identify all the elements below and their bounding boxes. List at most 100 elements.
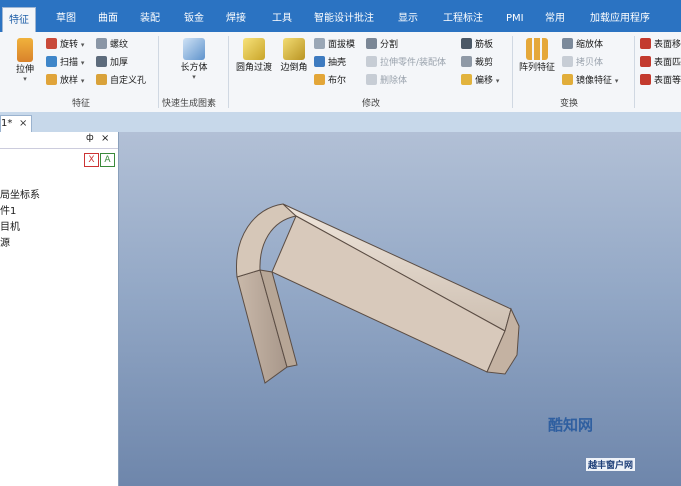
draft-icon [314, 38, 325, 49]
document-tab-title: 1* [1, 118, 13, 129]
tab-smart-annotation[interactable]: 智能设计批注 [314, 9, 374, 29]
chevron-down-icon: ▾ [23, 75, 27, 83]
sweep-icon [46, 56, 57, 67]
custom-hole-button[interactable]: 自定义孔 [96, 74, 146, 87]
face-equal-icon [640, 74, 651, 85]
tab-display[interactable]: 显示 [398, 9, 418, 29]
tab-engineering-annotation[interactable]: 工程标注 [443, 9, 483, 29]
thread-icon [96, 38, 107, 49]
group-divider [158, 36, 159, 108]
fillet-icon [243, 38, 265, 60]
trim-button[interactable]: 裁剪 [461, 56, 493, 69]
group-divider [634, 36, 635, 108]
thicken-label: 加厚 [110, 58, 129, 68]
offset-button[interactable]: 偏移 ▾ [461, 74, 499, 87]
chevron-down-icon: ▾ [80, 59, 85, 67]
sweep-button[interactable]: 扫描 ▾ [46, 56, 84, 69]
copy-label: 拷贝体 [576, 58, 604, 68]
delete-body-icon [366, 74, 377, 85]
thread-label: 螺纹 [110, 40, 129, 50]
scale-label: 缩放体 [576, 40, 604, 50]
cube-icon [183, 38, 205, 60]
tab-surface[interactable]: 曲面 [98, 9, 118, 29]
group-divider [512, 36, 513, 108]
shell-button[interactable]: 抽壳 [314, 56, 346, 69]
pin-icon[interactable]: ф [86, 133, 94, 143]
group-label-modify: 修改 [362, 99, 381, 109]
chevron-down-icon: ▾ [192, 73, 196, 81]
tree-item[interactable]: 局坐标系 [0, 186, 40, 201]
thread-button[interactable]: 螺纹 [96, 38, 128, 51]
tab-tools[interactable]: 工具 [272, 9, 292, 29]
group-label-quick: 快速生成图素 [162, 99, 217, 109]
3d-viewport[interactable] [119, 132, 681, 486]
hex-key-model[interactable] [119, 132, 681, 486]
face-move-icon [640, 38, 651, 49]
face-match-button[interactable]: 表面匹 [640, 56, 681, 69]
face-equal-button[interactable]: 表面等 [640, 74, 681, 87]
group-label-transform: 变换 [560, 99, 579, 109]
delete-body-button[interactable]: 删除体 [366, 74, 407, 87]
chevron-down-icon: ▾ [614, 77, 619, 85]
panel-header: ф × [0, 132, 118, 149]
filter-icon[interactable]: A [100, 153, 115, 167]
tab-assembly[interactable]: 装配 [140, 9, 160, 29]
mirror-icon [562, 74, 573, 85]
tree-item[interactable]: 目机 [0, 218, 20, 233]
design-tree-panel: ф × X A 局坐标系 件1 目机 源 [0, 132, 119, 486]
copy-icon [562, 56, 573, 67]
face-move-button[interactable]: 表面移 [640, 38, 681, 51]
document-tab-strip: 1* × [0, 112, 681, 133]
draft-label: 面拔模 [328, 40, 356, 50]
split-button[interactable]: 分割 [366, 38, 398, 51]
face-match-label: 表面匹 [654, 58, 681, 68]
shell-icon [314, 56, 325, 67]
tab-pmi[interactable]: PMI [506, 9, 524, 29]
tab-features[interactable]: 特征 [2, 7, 36, 33]
chamfer-button[interactable]: 边倒角 [278, 38, 310, 73]
revolve-button[interactable]: 旋转 ▾ [46, 38, 84, 51]
draft-button[interactable]: 面拔模 [314, 38, 355, 51]
scale-body-button[interactable]: 缩放体 [562, 38, 603, 51]
chevron-down-icon: ▾ [80, 77, 85, 85]
trim-icon [461, 56, 472, 67]
filter-clear-icon[interactable]: X [84, 153, 99, 167]
tab-addins[interactable]: 加载应用程序 [590, 9, 650, 29]
tree-item[interactable]: 件1 [0, 202, 16, 217]
ribbon-panel: 拉伸 ▾ 旋转 ▾ 扫描 ▾ 放样 ▾ 螺纹 加厚 自定义孔 特征 长方体 ▾ … [0, 32, 681, 113]
boolean-button[interactable]: 布尔 [314, 74, 346, 87]
revolve-label: 旋转 [60, 40, 79, 50]
rib-button[interactable]: 筋板 [461, 38, 493, 51]
cuboid-button[interactable]: 长方体 ▾ [174, 38, 214, 81]
split-label: 分割 [380, 40, 399, 50]
loft-button[interactable]: 放样 ▾ [46, 74, 84, 87]
thicken-icon [96, 56, 107, 67]
group-label-features: 特征 [72, 99, 91, 109]
cuboid-label: 长方体 [180, 63, 208, 73]
mirror-label: 镜像特征 [576, 76, 613, 86]
watermark-site-text: 越丰窗户网 [586, 458, 636, 471]
copy-body-button[interactable]: 拷贝体 [562, 56, 603, 69]
tab-common[interactable]: 常用 [545, 9, 565, 29]
pull-part-button[interactable]: 拉伸零件/装配体 [366, 56, 446, 69]
tab-weld[interactable]: 焊接 [226, 9, 246, 29]
document-tab[interactable]: 1* × [0, 115, 32, 133]
chamfer-label: 边倒角 [280, 63, 308, 73]
close-icon[interactable]: × [101, 133, 109, 144]
watermark-logo-text: 酷知网 [548, 416, 594, 434]
mirror-feature-button[interactable]: 镜像特征 ▾ [562, 74, 618, 87]
rib-icon [461, 38, 472, 49]
tab-sketch[interactable]: 草图 [56, 9, 76, 29]
tree-item[interactable]: 源 [0, 234, 10, 249]
array-label: 阵列特征 [518, 63, 555, 73]
thicken-button[interactable]: 加厚 [96, 56, 128, 69]
chevron-down-icon: ▾ [495, 77, 500, 85]
hole-icon [96, 74, 107, 85]
extrude-label: 拉伸 [15, 65, 34, 75]
chamfer-icon [283, 38, 305, 60]
close-icon[interactable]: × [19, 118, 27, 129]
tab-sheetmetal[interactable]: 钣金 [184, 9, 204, 29]
array-feature-button[interactable]: 阵列特征 [516, 38, 558, 73]
extrude-button[interactable]: 拉伸 ▾ [10, 38, 40, 83]
fillet-button[interactable]: 圆角过渡 [234, 38, 274, 73]
